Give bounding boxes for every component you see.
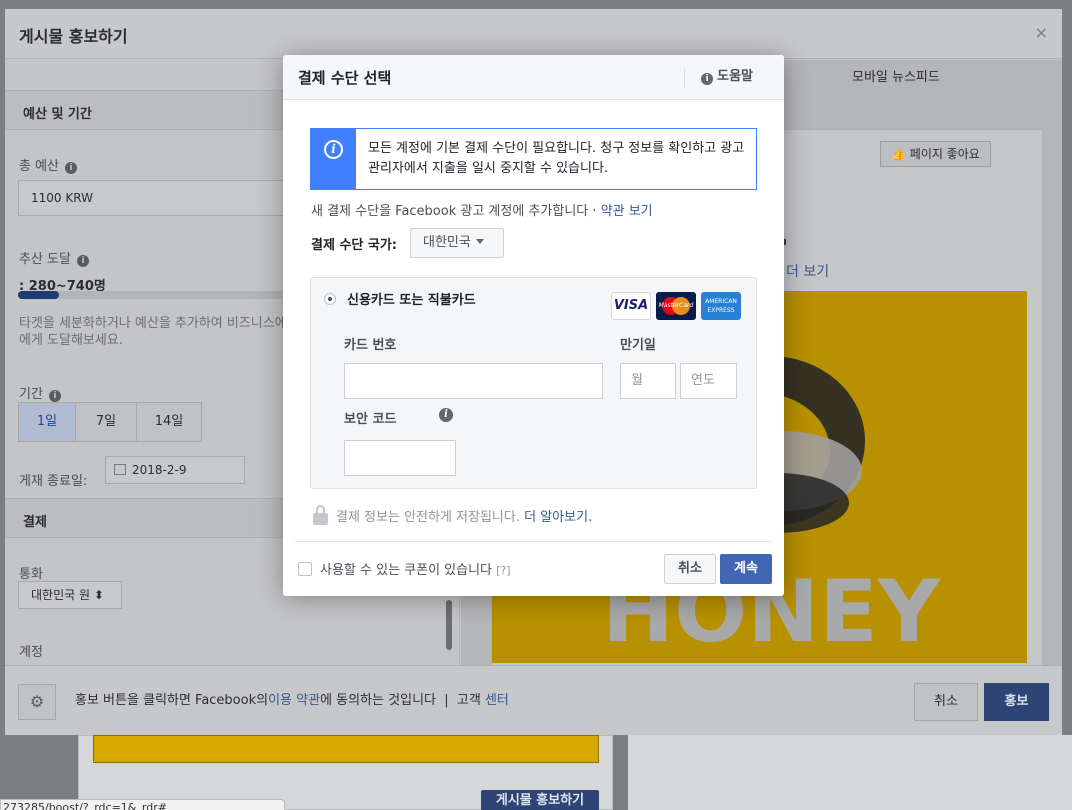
boost-button[interactable]: 홍보: [984, 683, 1049, 721]
reach-label: 추산 도달 i: [19, 248, 89, 267]
payment-dialog-title: 결제 수단 선택: [298, 69, 392, 87]
lock-icon: [313, 505, 328, 525]
tab-mobile-newsfeed[interactable]: 모바일 뉴스피드: [852, 66, 940, 85]
view-terms-link[interactable]: 약관 보기: [601, 204, 653, 219]
background-boost-post-button[interactable]: 게시물 홍보하기: [481, 790, 599, 810]
account-label: 계정: [19, 645, 43, 660]
duration-label: 기간 i: [19, 383, 61, 402]
help-link[interactable]: i 도움말: [684, 68, 753, 88]
payment-method-dialog: 결제 수단 선택 i 도움말 i 모든 계정에 기본 결제 수단이 필요합니다. …: [283, 55, 784, 596]
continue-button[interactable]: 계속: [720, 554, 772, 584]
caret-down-icon: [475, 239, 484, 244]
total-budget-label: 총 예산 i: [19, 155, 78, 174]
duration-1day[interactable]: 1일: [18, 402, 76, 442]
reach-bar-fill: [18, 291, 59, 299]
security-code-input[interactable]: [344, 440, 456, 476]
boost-dialog-title: 게시물 홍보하기: [19, 27, 128, 46]
background-yellow-strip: [93, 735, 599, 763]
like-page-button[interactable]: 👍 페이지 좋아요: [880, 141, 991, 167]
info-icon: i: [701, 73, 714, 85]
info-icon[interactable]: i: [48, 390, 61, 402]
boost-dialog-header: 게시물 홍보하기 ×: [5, 9, 1062, 59]
card-payment-box: 신용카드 또는 직불카드 VISA MasterCard AMERICAN EX…: [310, 277, 757, 489]
outer-cancel-button[interactable]: 취소: [914, 683, 978, 721]
duration-14days[interactable]: 14일: [136, 402, 202, 442]
total-budget-input[interactable]: 1100 KRW: [18, 180, 308, 216]
card-number-input[interactable]: [344, 363, 603, 399]
calendar-icon: [114, 464, 126, 475]
info-icon: i: [324, 140, 343, 159]
coupon-checkbox[interactable]: [298, 562, 312, 576]
expiry-year-input[interactable]: 연도: [680, 363, 737, 399]
status-url: 273285/boost/?_rdc=1&_rdr#: [0, 799, 285, 810]
background-right-area: [628, 735, 1072, 810]
expiry-label: 만기일: [620, 338, 656, 353]
terms-link[interactable]: 이용 약관: [268, 693, 320, 708]
coupon-label: 사용할 수 있는 쿠폰이 있습니다 [?]: [320, 563, 511, 578]
mastercard-logo-icon: MasterCard: [656, 292, 696, 320]
end-date-input[interactable]: 2018-2-9: [105, 456, 245, 484]
notice-text: 모든 계정에 기본 결제 수단이 필요합니다. 청구 정보를 확인하고 광고 관…: [368, 141, 745, 176]
cancel-button[interactable]: 취소: [664, 554, 716, 584]
add-payment-text: 새 결제 수단을 Facebook 광고 계정에 추가합니다 · 약관 보기: [311, 204, 653, 219]
help-center-link[interactable]: 고객 센터: [457, 693, 509, 708]
thumbs-up-icon: 👍: [891, 147, 906, 161]
card-radio[interactable]: [324, 293, 336, 305]
gear-icon[interactable]: ⚙: [18, 684, 56, 720]
payment-country-select[interactable]: 대한민국: [410, 228, 504, 258]
info-icon[interactable]: i: [439, 408, 453, 422]
info-icon[interactable]: i: [65, 162, 78, 174]
visa-logo-icon: VISA: [611, 292, 651, 320]
info-icon[interactable]: i: [76, 255, 89, 267]
payment-dialog-footer: 사용할 수 있는 쿠폰이 있습니다 [?] 취소 계속: [295, 541, 772, 596]
reach-hint: 타겟을 세분화하거나 예산을 추가하여 비즈니스에 에게 도달해보세요.: [19, 316, 287, 348]
notice-icon-box: i: [311, 129, 356, 189]
security-code-label: 보안 코드: [344, 412, 397, 427]
duration-7days[interactable]: 7일: [75, 402, 137, 442]
currency-select[interactable]: 대한민국 원 ⬍: [18, 581, 122, 609]
scrollbar[interactable]: [446, 600, 452, 650]
learn-more-link[interactable]: 더 알아보기: [524, 510, 588, 525]
end-date-label: 게재 종료일:: [19, 474, 88, 489]
payment-country-label: 결제 수단 국가:: [311, 238, 398, 253]
currency-label: 통화: [19, 567, 43, 582]
coupon-help-link[interactable]: [?]: [496, 564, 510, 577]
close-icon[interactable]: ×: [1035, 23, 1048, 42]
payment-dialog-header: 결제 수단 선택 i 도움말: [283, 55, 784, 100]
payment-notice: i 모든 계정에 기본 결제 수단이 필요합니다. 청구 정보를 확인하고 광고…: [310, 128, 757, 190]
footer-terms-text: 홍보 버튼을 클릭하면 Facebook의이용 약관에 동의하는 것입니다 | …: [75, 693, 509, 708]
card-number-label: 카드 번호: [344, 338, 397, 353]
amex-logo-icon: AMERICAN EXPRESS: [701, 292, 741, 320]
boost-dialog-footer: ⚙ 홍보 버튼을 클릭하면 Facebook의이용 약관에 동의하는 것입니다 …: [5, 665, 1062, 735]
expiry-month-input[interactable]: 월: [620, 363, 676, 399]
secure-storage-text: 결제 정보는 안전하게 저장됩니다. 더 알아보기.: [313, 505, 592, 525]
see-more-link[interactable]: 더 보기: [786, 261, 829, 281]
card-option-label[interactable]: 신용카드 또는 직불카드: [347, 289, 476, 308]
reach-bar: [18, 291, 288, 299]
